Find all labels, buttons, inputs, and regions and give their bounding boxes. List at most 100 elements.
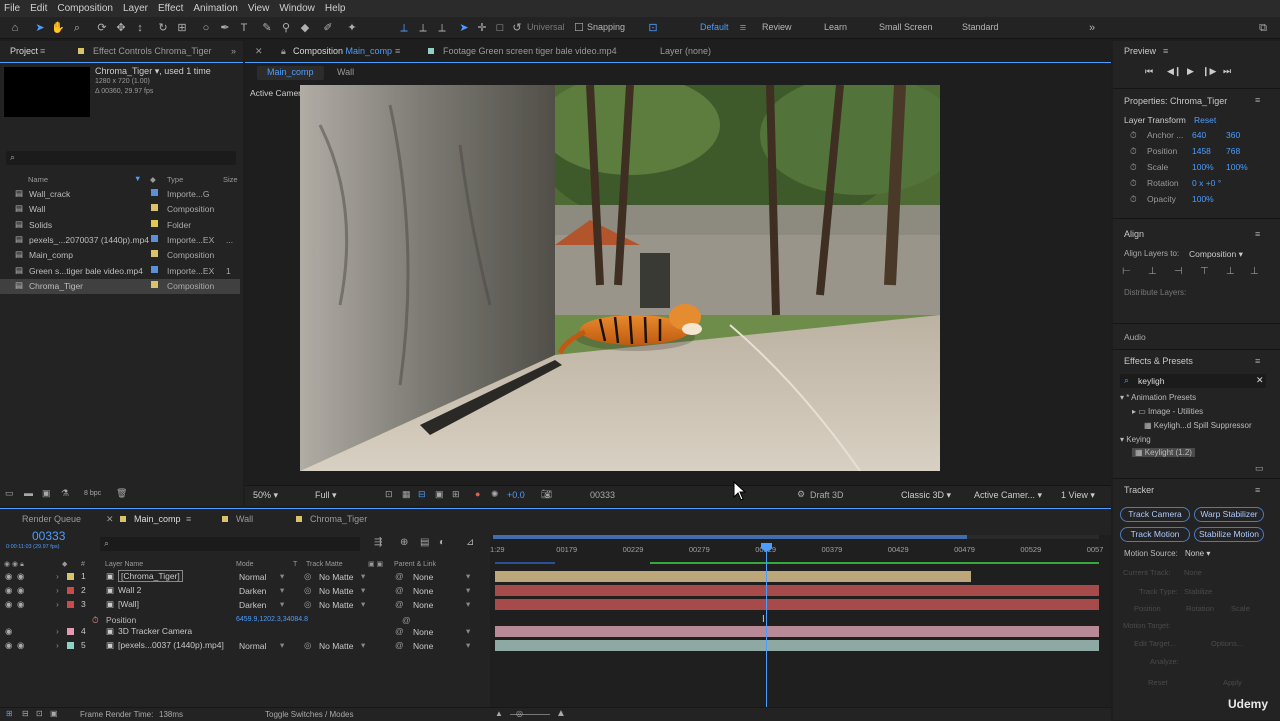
workspace-default[interactable]: Default [700,22,729,32]
menu-edit[interactable]: Edit [30,3,47,14]
anchor-tool-icon[interactable]: ⊞ [175,21,189,35]
label-color[interactable] [67,601,74,608]
align-hcenter-icon[interactable]: ⊥ [1148,266,1157,277]
disclosure-icon[interactable]: › [56,585,59,595]
bpc-label[interactable]: 8 bpc [84,490,101,497]
footage-tab[interactable]: Footage Green screen tiger bale video.mp… [443,46,617,56]
play-icon[interactable]: ▶ [1187,66,1194,77]
label-color[interactable] [67,628,74,635]
layer-tab[interactable]: Layer (none) [660,46,711,56]
close-tab-icon[interactable]: ✕ [106,514,114,525]
exposure-value[interactable]: +0.0 [507,490,525,500]
render-queue-tab[interactable]: Render Queue [22,514,81,524]
workspace-learn[interactable]: Learn [824,22,847,32]
sort-icon[interactable]: ▼ [134,174,141,183]
stopwatch-icon[interactable]: ⏱ [92,615,99,626]
disclosure-icon[interactable]: › [56,571,59,581]
workspace-menu-icon[interactable]: ≡ [736,21,750,35]
col-name[interactable]: Name [28,175,48,184]
project-item[interactable]: ▤ Main_comp Composition [0,248,240,263]
new-comp-icon[interactable]: ▣ [42,488,51,499]
label-color[interactable] [67,573,74,580]
disclosure-icon[interactable]: › [56,626,59,636]
pickwhip-icon[interactable]: @ [395,626,404,636]
layer-row[interactable]: ◉ ◉ › 1 ▣ [Chroma_Tiger] Normal ▾ ◎ No Matte ▾ @ Non… [0,570,490,583]
color-channel-icon[interactable]: ● [475,489,480,499]
composition-tab[interactable]: Composition Main_comp [293,46,392,56]
property-value-1[interactable]: 0 x +0 ° [1192,178,1221,188]
close-tab-icon[interactable]: ✕ [255,46,263,57]
effects-tree-item[interactable]: ▾ * Animation Presets [1120,393,1196,402]
timeline-search-input[interactable]: ⌕ [100,537,360,551]
workspace-review[interactable]: Review [762,22,792,32]
render-time-icon[interactable]: ▣ [50,709,58,718]
properties-menu-icon[interactable]: ≡ [1255,95,1260,105]
project-item[interactable]: ▤ pexels_...2070037 (1440p).mp4 Importe...… [0,233,240,248]
effects-search-input[interactable]: ⌕ keyligh ✕ [1120,374,1266,388]
composition-canvas[interactable] [300,85,940,471]
project-item[interactable]: ▤ Green s...tiger bale video.mp4 Importe..… [0,264,240,279]
eye-icon[interactable]: ◉ [5,571,12,582]
transparency-grid-icon[interactable]: ▦ [402,489,411,500]
align-target-dropdown[interactable]: Composition ▾ [1189,249,1243,260]
prev-frame-icon[interactable]: ◀❙ [1167,66,1181,77]
main-comp-tab[interactable]: Main_comp [134,514,181,524]
property-value-2[interactable]: 360 [1226,130,1240,140]
stopwatch-icon[interactable]: ⏱ [1130,146,1137,157]
time-ruler[interactable]: 1:29001790022900279003290037900429004790… [490,541,1113,555]
layer-row[interactable]: ◉ ◉ › 3 ▣ [Wall] Darken ▾ ◎ No Matte ▾ @ None ▾ [0,598,490,611]
stopwatch-icon[interactable]: ⏱ [1130,130,1137,141]
transfer-controls-icon[interactable]: ⊟ [22,709,29,718]
stopwatch-icon[interactable]: ⏱ [1130,178,1137,189]
layer-name[interactable]: Wall 2 [118,585,141,595]
label-color[interactable] [67,587,74,594]
stopwatch-icon[interactable]: ⏱ [1130,162,1137,173]
stabilize-motion-button[interactable]: Stabilize Motion [1194,527,1264,542]
motion-blur-icon[interactable]: ◐ [439,537,445,548]
last-frame-icon[interactable]: ⏭ [1223,66,1231,77]
pen-tool-icon[interactable]: ✒ [218,21,232,35]
fit-icon[interactable]: ⊡ [385,489,393,500]
timeline-timecode[interactable]: 00333 [32,529,65,543]
chroma-tiger-tab[interactable]: Chroma_Tiger [310,514,367,524]
pickwhip-icon[interactable]: @ [395,571,404,581]
workspace-overflow-icon[interactable]: » [1085,21,1099,35]
eye-icon[interactable]: ◉ [5,599,12,610]
rotate-3d-icon[interactable]: ↺ [510,21,524,35]
track-camera-button[interactable]: Track Camera [1120,507,1190,522]
adjust-icon[interactable]: ⚗ [61,488,69,499]
zoom-out-icon[interactable]: ▲ [495,709,503,718]
first-frame-icon[interactable]: ⏮ [1145,66,1153,77]
align-bottom-icon[interactable]: ⊥ [1250,266,1259,277]
menu-view[interactable]: View [248,3,270,14]
layer-name[interactable]: [Chroma_Tiger] [118,570,183,582]
project-item[interactable]: ▤ Wall Composition [0,202,240,217]
align-top-icon[interactable]: ⊤ [1200,266,1209,277]
transform-reset-link[interactable]: Reset [1194,115,1216,125]
project-item[interactable]: ▤ Solids Folder [0,218,240,233]
layer-duration-bar[interactable] [495,640,1099,651]
rotate-tool-icon[interactable]: ↻ [156,21,170,35]
menu-help[interactable]: Help [325,3,346,14]
work-area-bar[interactable] [493,535,1099,539]
toggle-switches-button[interactable]: Toggle Switches / Modes [265,710,354,719]
project-tab[interactable]: Project [10,46,38,56]
col-parent[interactable]: Parent & Link [394,561,436,568]
crumb-wall[interactable]: Wall [337,67,354,77]
col-track-matte[interactable]: Track Matte [306,561,343,568]
eye-icon[interactable]: ◉ [5,640,12,651]
selection-tool-icon[interactable]: ➤ [33,21,47,35]
col-type[interactable]: Type [167,175,183,184]
layer-name[interactable]: [Wall] [118,599,139,609]
region-icon[interactable]: ⊟ [418,489,426,500]
audio-icon[interactable]: ◉ [17,571,24,582]
pickwhip-icon[interactable]: @ [402,615,411,625]
disclosure-icon[interactable]: › [56,599,59,609]
effect-controls-tab[interactable]: Effect Controls Chroma_Tiger [93,46,212,56]
orbit-tool-icon[interactable]: ⟳ [95,21,109,35]
layer-switches-icon[interactable]: ⊞ [6,709,13,718]
layer-row[interactable]: ◉ ◉ › 5 ▣ [pexels...0037 (1440p).mp4] Normal ▾ ◎… [0,639,490,652]
align-right-icon[interactable]: ⊣ [1174,266,1183,277]
zoom-tool-icon[interactable]: ⌕ [70,21,84,35]
snap-options-icon[interactable]: ⊡ [646,21,660,35]
